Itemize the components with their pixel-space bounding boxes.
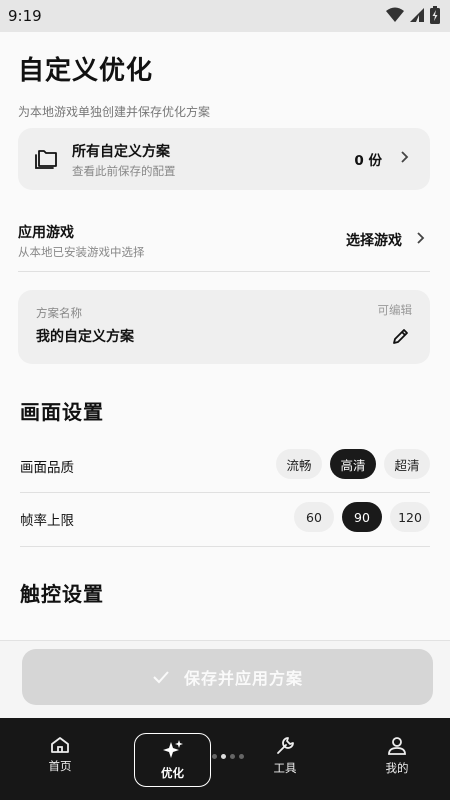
quality-label: 画面品质 <box>20 460 74 476</box>
page-indicator <box>212 754 244 759</box>
nav-item-profile[interactable]: 我的 <box>357 736 437 786</box>
fps-selector[interactable]: 60 90 120 <box>294 502 430 532</box>
nav-label-tools: 工具 <box>273 761 297 775</box>
folder-icon <box>35 150 57 169</box>
editable-hint: 可编辑 <box>377 303 413 317</box>
quality-option-smooth[interactable]: 流畅 <box>276 449 322 479</box>
chevron-right-icon <box>401 151 409 163</box>
quality-row: 画面品质 流畅 高清 超清 <box>20 447 430 483</box>
nav-label-home: 首页 <box>48 759 72 773</box>
home-icon <box>51 737 69 753</box>
nav-item-tools[interactable]: 工具 <box>245 736 325 786</box>
indicator-dot <box>239 754 244 759</box>
nav-item-home[interactable]: 首页 <box>20 736 100 786</box>
person-icon <box>388 737 406 755</box>
divider <box>20 546 430 547</box>
fps-label: 帧率上限 <box>20 513 74 529</box>
display-settings-title: 画面设置 <box>20 400 104 424</box>
select-game-row[interactable]: 应用游戏 从本地已安装游戏中选择 选择游戏 <box>18 218 430 270</box>
nav-item-optimize[interactable]: 优化 <box>134 733 211 787</box>
nav-label-profile: 我的 <box>385 761 409 775</box>
status-icons <box>386 6 440 24</box>
divider <box>18 271 430 272</box>
bottom-nav: 首页 优化 工具 我的 <box>0 718 450 800</box>
indicator-dot <box>221 754 226 759</box>
pencil-icon[interactable] <box>392 327 410 345</box>
game-subtitle: 从本地已安装游戏中选择 <box>18 245 145 259</box>
plan-name-card[interactable]: 方案名称 可编辑 我的自定义方案 <box>18 290 430 364</box>
signal-icon <box>410 8 424 22</box>
main-content[interactable]: 自定义优化 为本地游戏单独创建并保存优化方案 所有自定义方案 查看此前保存的配置… <box>0 32 450 718</box>
plans-count: 0 份 <box>354 153 382 169</box>
quality-option-hd[interactable]: 高清 <box>330 449 376 479</box>
fps-option-120[interactable]: 120 <box>390 502 430 532</box>
chevron-right-icon <box>417 232 425 244</box>
save-apply-button[interactable]: 保存并应用方案 <box>22 649 433 705</box>
status-bar: 9:19 <box>0 0 450 32</box>
indicator-dot <box>212 754 217 759</box>
battery-icon <box>430 6 440 24</box>
fps-option-60[interactable]: 60 <box>294 502 334 532</box>
page-title: 自定义优化 <box>18 56 154 86</box>
save-apply-label: 保存并应用方案 <box>183 669 303 688</box>
fps-option-90[interactable]: 90 <box>342 502 382 532</box>
fps-row: 帧率上限 60 90 120 <box>20 500 430 536</box>
touch-settings-title: 触控设置 <box>20 582 104 606</box>
game-title: 应用游戏 <box>18 225 74 241</box>
quality-selector[interactable]: 流畅 高清 超清 <box>276 449 430 479</box>
all-plans-subtitle: 查看此前保存的配置 <box>72 164 176 178</box>
wifi-icon <box>386 7 404 22</box>
plan-name-value[interactable]: 我的自定义方案 <box>36 326 134 346</box>
sparkle-icon <box>162 740 183 758</box>
page-subtitle: 为本地游戏单独创建并保存优化方案 <box>18 105 211 119</box>
save-bar: 保存并应用方案 <box>0 640 450 718</box>
quality-option-ultra[interactable]: 超清 <box>384 449 430 479</box>
all-plans-title: 所有自定义方案 <box>72 144 170 160</box>
indicator-dot <box>230 754 235 759</box>
divider <box>20 492 430 493</box>
check-icon <box>153 671 169 684</box>
wrench-icon <box>277 737 294 754</box>
nav-label-optimize: 优化 <box>161 766 184 780</box>
plan-name-label: 方案名称 <box>36 306 82 320</box>
all-plans-card[interactable]: 所有自定义方案 查看此前保存的配置 0 份 <box>18 128 430 190</box>
status-time: 9:19 <box>8 7 42 25</box>
select-game-button[interactable]: 选择游戏 <box>346 230 402 250</box>
